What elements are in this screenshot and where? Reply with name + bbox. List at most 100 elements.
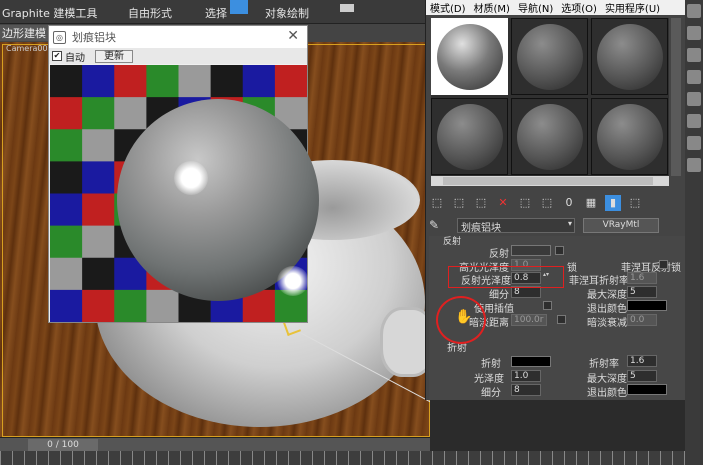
refract-maxdepth-field[interactable]: 5 xyxy=(627,370,657,382)
checker-cell xyxy=(50,161,83,194)
material-name-row: ✎ 划痕铝块 ▾ VRayMtl xyxy=(429,216,684,234)
ribbon-dropdown-icon[interactable] xyxy=(340,4,354,12)
sample-slot[interactable] xyxy=(511,98,588,175)
reflect-color-swatch[interactable] xyxy=(511,245,551,256)
sample-sphere xyxy=(597,104,663,170)
menu-utilities[interactable]: 实用程序(U) xyxy=(605,0,660,15)
show-map-icon[interactable]: ▦ xyxy=(583,195,599,211)
ribbon-tab-freeform[interactable]: 自由形式 xyxy=(128,5,172,21)
slots-vertical-scrollbar[interactable] xyxy=(671,18,681,176)
reflect-label: 反射 xyxy=(489,249,509,260)
checker-cell xyxy=(178,65,212,98)
menu-navigation[interactable]: 导航(N) xyxy=(518,0,553,15)
assign-material-icon[interactable]: ⬚ xyxy=(473,195,489,211)
sample-sphere xyxy=(517,24,583,90)
backlight-icon[interactable] xyxy=(687,26,701,40)
reflect-exit-color-swatch[interactable] xyxy=(627,300,667,311)
checker-cell xyxy=(242,65,276,98)
teapot-handle[interactable] xyxy=(380,307,430,377)
dropdown-arrow-icon[interactable]: ▾ xyxy=(568,219,572,228)
sample-slot[interactable] xyxy=(511,18,588,95)
ribbon-toggle-icon[interactable] xyxy=(230,0,248,14)
menu-options[interactable]: 选项(O) xyxy=(561,0,597,15)
reflect-map-button[interactable] xyxy=(555,246,564,255)
refract-subdivs-label: 细分 xyxy=(481,388,501,399)
put-to-scene-icon[interactable]: ⬚ xyxy=(451,195,467,211)
sample-sphere xyxy=(437,24,503,90)
viewport-label[interactable]: Camera001 xyxy=(6,44,53,53)
slots-horizontal-scrollbar[interactable] xyxy=(431,176,669,186)
refract-color-swatch[interactable] xyxy=(511,356,551,367)
copy-material-icon[interactable]: ⬚ xyxy=(517,195,533,211)
reflect-maxdepth-field[interactable]: 5 xyxy=(627,286,657,298)
fresnel-checkbox[interactable] xyxy=(659,260,668,269)
close-icon[interactable]: ✕ xyxy=(287,28,299,44)
checker-cell xyxy=(274,65,307,98)
get-material-icon[interactable]: ⬚ xyxy=(429,195,445,211)
go-parent-icon[interactable]: ⬚ xyxy=(627,195,643,211)
options-icon[interactable] xyxy=(687,136,701,150)
sample-slot[interactable] xyxy=(591,18,668,95)
dim-falloff-label: 暗淡衰减 xyxy=(587,318,627,329)
refract-maxdepth-label: 最大深度 xyxy=(587,374,627,385)
material-preview-window[interactable]: ◎ 划痕铝块 ✕ ✔ 自动 更新 xyxy=(48,25,319,323)
sample-type-icon[interactable] xyxy=(687,4,701,18)
ribbon-tab-graphite[interactable]: Graphite 建模工具 xyxy=(2,5,97,21)
eyedropper-icon[interactable]: ✎ xyxy=(429,218,445,232)
material-id-icon[interactable]: 0 xyxy=(561,195,577,211)
checker-cell xyxy=(82,97,115,130)
show-end-result-icon[interactable]: ▮ xyxy=(605,195,621,211)
fresnel-ior-field[interactable]: 1.6 xyxy=(627,272,657,284)
scrollbar-thumb[interactable] xyxy=(443,177,653,185)
checker-cell xyxy=(82,161,115,194)
sample-sphere xyxy=(437,104,503,170)
preview-titlebar[interactable]: ◎ 划痕铝块 ✕ xyxy=(49,26,307,48)
checker-cell xyxy=(146,65,179,98)
track-ruler[interactable] xyxy=(0,451,703,465)
checker-cell xyxy=(50,225,83,259)
refract-exit-color-label: 退出颜色 xyxy=(587,388,627,399)
time-slider[interactable]: 0 / 100 xyxy=(28,439,98,451)
video-color-check-icon[interactable] xyxy=(687,92,701,106)
update-button[interactable]: 更新 xyxy=(95,49,133,63)
sample-slot[interactable] xyxy=(431,98,508,175)
material-name-field[interactable]: 划痕铝块 ▾ xyxy=(457,217,575,234)
delete-icon[interactable]: ✕ xyxy=(495,195,511,211)
refract-gloss-field[interactable]: 1.0 xyxy=(511,370,541,382)
dim-distance-field[interactable]: 100.0r xyxy=(511,314,547,326)
specular-highlight xyxy=(277,266,309,296)
menu-mode[interactable]: 模式(D) xyxy=(430,0,466,15)
preview-title: 划痕铝块 xyxy=(72,31,116,44)
hand-cursor-icon: ✋ xyxy=(455,309,473,325)
unique-icon[interactable]: ⬚ xyxy=(539,195,555,211)
use-interp-checkbox[interactable] xyxy=(543,301,552,310)
dim-falloff-field[interactable]: 0.0 xyxy=(627,314,657,326)
checker-cell xyxy=(82,289,115,322)
background-icon[interactable] xyxy=(687,48,701,62)
top-ribbon: Graphite 建模工具 自由形式 选择 对象绘制 xyxy=(0,0,430,24)
tab-poly-modeling[interactable]: 边形建模 xyxy=(0,25,50,41)
checker-cell xyxy=(50,193,83,227)
sample-slot-selected[interactable] xyxy=(431,18,508,95)
make-preview-icon[interactable] xyxy=(687,114,701,128)
timeline[interactable]: 0 / 100 xyxy=(0,437,430,451)
ribbon-tab-select[interactable]: 选择 xyxy=(205,5,227,21)
refract-label: 折射 xyxy=(481,359,501,370)
select-by-material-icon[interactable] xyxy=(687,158,701,172)
auto-checkbox[interactable]: ✔ xyxy=(52,51,62,61)
refract-gloss-label: 光泽度 xyxy=(474,374,504,385)
ribbon-tab-object-paint[interactable]: 对象绘制 xyxy=(265,5,309,21)
uv-tiling-icon[interactable] xyxy=(687,70,701,84)
dim-distance-checkbox[interactable] xyxy=(557,315,566,324)
ior-field[interactable]: 1.6 xyxy=(627,355,657,367)
refract-subdivs-field[interactable]: 8 xyxy=(511,384,541,396)
checker-cell xyxy=(82,225,115,259)
menu-material[interactable]: 材质(M) xyxy=(474,0,510,15)
specular-highlight xyxy=(174,161,208,195)
sample-slot[interactable] xyxy=(591,98,668,175)
checker-cell xyxy=(114,97,147,130)
preview-toolbar: ✔ 自动 更新 xyxy=(49,48,307,64)
fresnel-lock-label: 锁 xyxy=(671,263,681,274)
material-type-button[interactable]: VRayMtl xyxy=(583,217,659,233)
refract-exit-color-swatch[interactable] xyxy=(627,384,667,395)
